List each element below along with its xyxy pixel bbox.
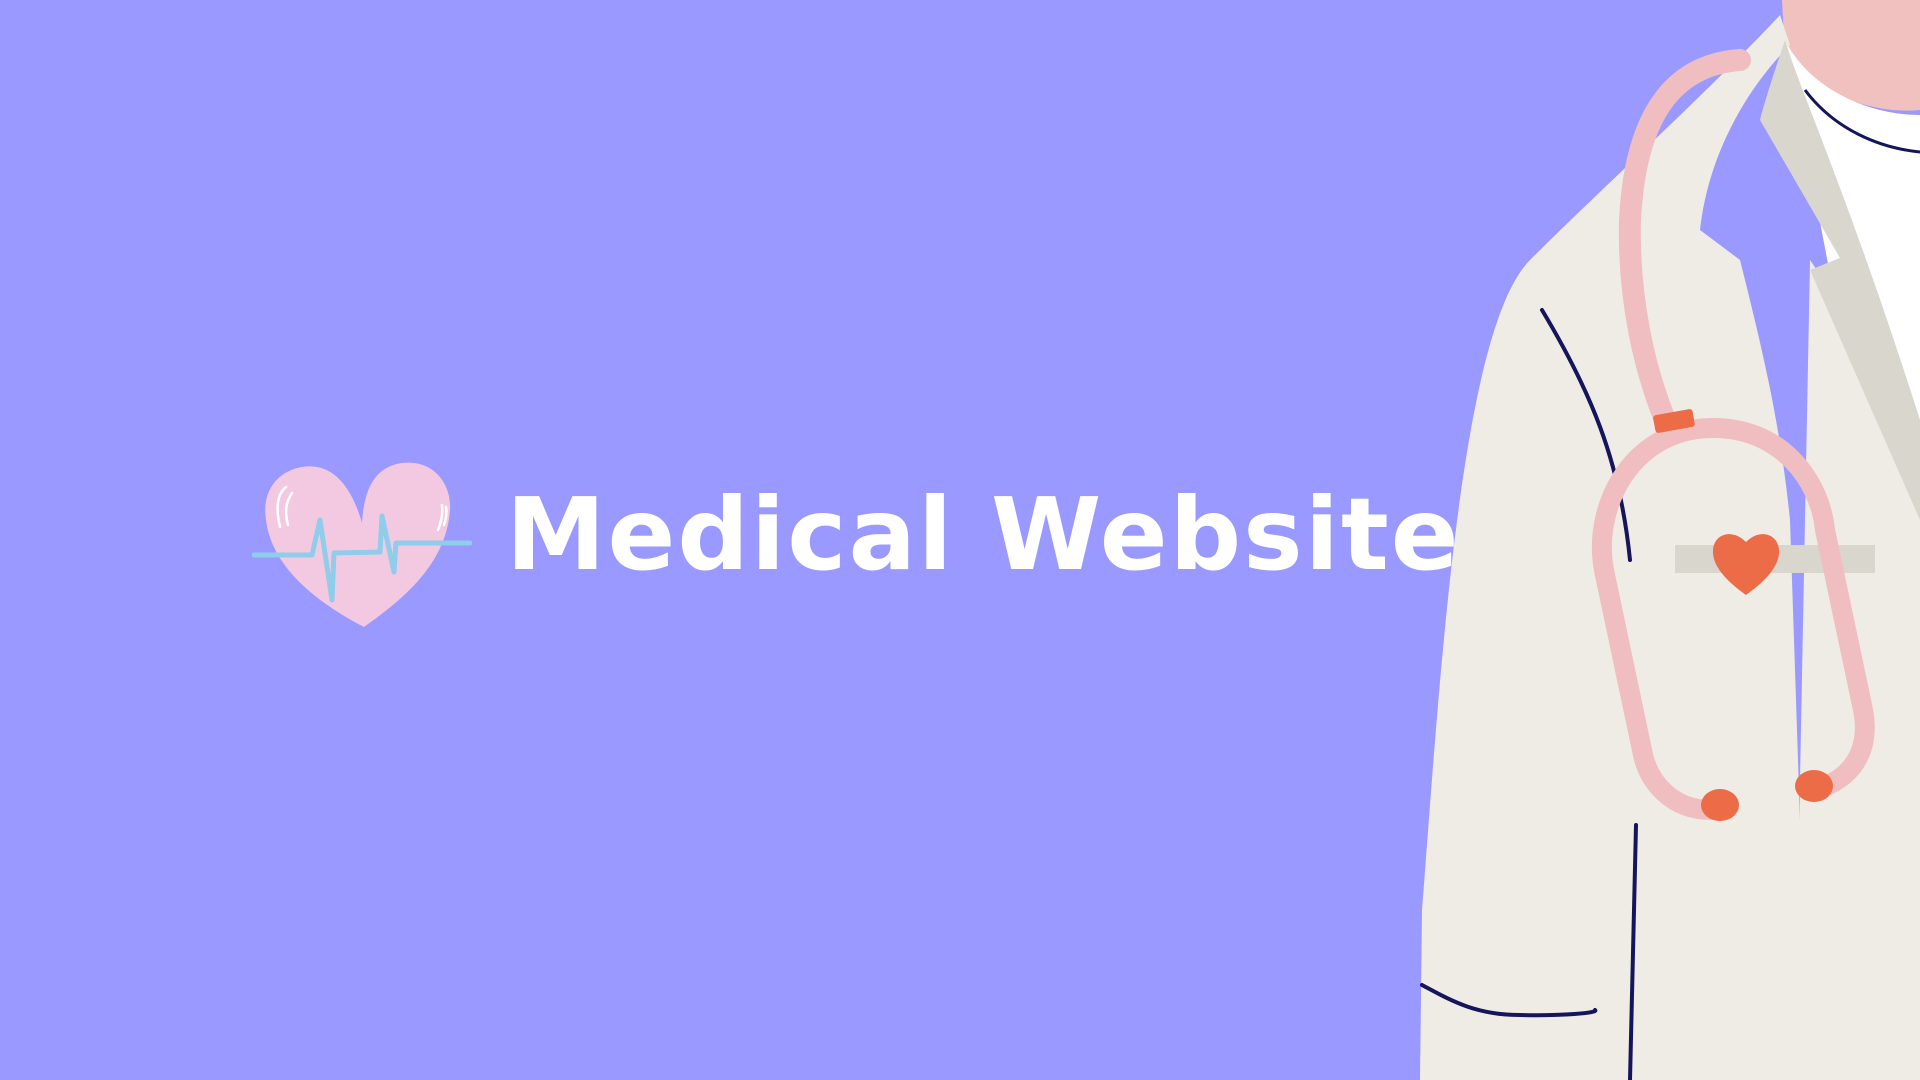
page-title: Medical Website [506,476,1461,593]
heartbeat-heart-icon [252,462,472,627]
stethoscope-earpiece-left [1701,789,1739,821]
hero-banner: Medical Website [0,0,1920,1080]
stethoscope-earpiece-right [1795,770,1833,802]
doctor-illustration [1420,0,1920,1080]
